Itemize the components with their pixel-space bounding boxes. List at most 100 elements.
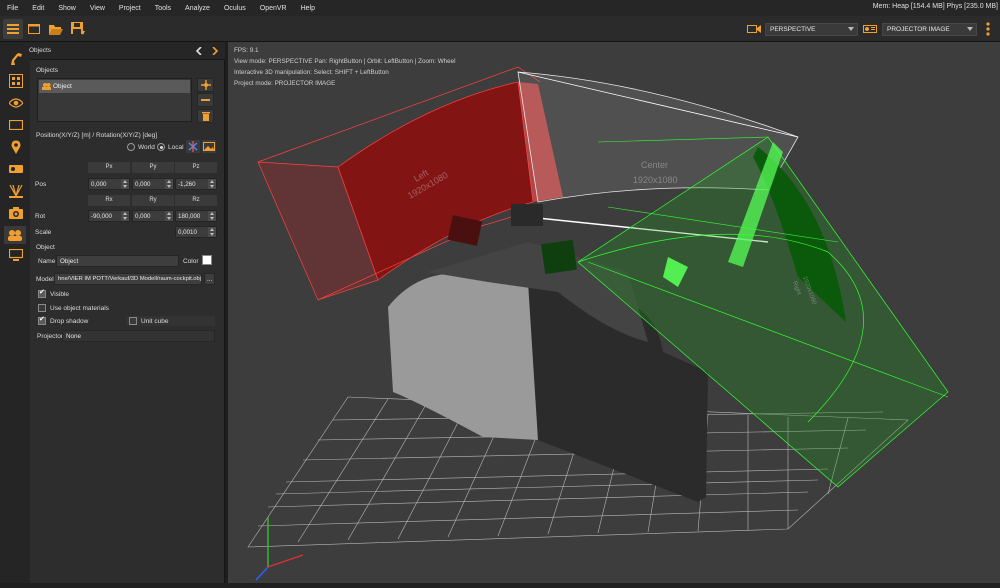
model-path-input[interactable]: hne/VIER IM POTT/Verkauf/3D Modell/raum-… (54, 273, 202, 285)
view-mode-value: PERSPECTIVE (770, 26, 816, 33)
cockpit-model-left (388, 273, 538, 440)
object-list[interactable]: Object (37, 78, 192, 122)
pos-y-input[interactable]: 0,000 (132, 178, 174, 190)
pos-y-value: 0,000 (135, 181, 151, 188)
group-icon (8, 230, 22, 241)
toolbar: PERSPECTIVE PROJECTOR IMAGE (0, 16, 1000, 42)
left-tool-bar (0, 42, 30, 588)
rot-x-value: -90,000 (91, 213, 112, 220)
tool-location-button[interactable] (8, 140, 24, 154)
tool-projector-button[interactable] (8, 162, 24, 176)
group-icon (42, 83, 51, 90)
projector-mode-select[interactable]: PROJECTOR IMAGE (882, 23, 977, 36)
stepper-arrows-icon[interactable] (165, 211, 173, 221)
center-screen-label: Center (641, 160, 668, 170)
drop-shadow-label: Drop shadow (50, 318, 89, 325)
rot-z-input[interactable]: 180,000 (175, 210, 217, 222)
image-toggle-button[interactable] (202, 140, 216, 153)
visible-checkbox[interactable] (38, 288, 46, 298)
projector-icon (9, 165, 23, 173)
stepper-arrows-icon[interactable] (208, 179, 216, 189)
name-input[interactable]: Object (56, 255, 179, 267)
open-project-button[interactable] (46, 19, 66, 39)
menu-tools[interactable]: Tools (148, 5, 178, 12)
rot-z-value: 180,000 (178, 213, 201, 220)
rot-y-value: 0,000 (135, 213, 151, 220)
new-project-button[interactable] (24, 19, 44, 39)
unit-cube-label: Unit cube (141, 318, 169, 325)
view-mode-icon-button[interactable] (744, 19, 764, 39)
pos-x-input[interactable]: 0,000 (88, 178, 130, 190)
menu-project[interactable]: Project (112, 5, 148, 12)
pos-header-px: Px (88, 162, 130, 173)
menu-edit[interactable]: Edit (25, 5, 51, 12)
panel-back-button[interactable] (193, 45, 205, 57)
list-item[interactable]: Object (39, 80, 190, 93)
use-materials-checkbox[interactable] (38, 304, 46, 312)
image-icon (203, 142, 215, 151)
world-radio[interactable] (127, 143, 135, 151)
model-browse-button[interactable]: ... (204, 273, 215, 285)
menu-file[interactable]: File (0, 5, 25, 12)
projector-mode-icon-button[interactable] (860, 19, 880, 39)
stepper-arrows-icon[interactable] (121, 179, 129, 189)
tool-display-button[interactable] (8, 248, 24, 262)
transform-label: Position(X/Y/Z) [m] / Rotation(X/Y/Z) [d… (36, 132, 158, 139)
projector-select[interactable]: None (62, 330, 215, 342)
memory-readout: Mem: Heap [154.4 MB] Phys [235.0 MB] (872, 3, 998, 10)
hamburger-menu-button[interactable] (3, 19, 23, 39)
more-options-button[interactable] (980, 19, 996, 39)
menu-analyze[interactable]: Analyze (178, 5, 217, 12)
remove-object-button[interactable] (197, 93, 214, 107)
menu-show[interactable]: Show (51, 5, 83, 12)
model-label: Model (36, 276, 54, 283)
menu-openvr[interactable]: OpenVR (253, 5, 294, 12)
tool-frustum-button[interactable] (8, 184, 24, 198)
tool-objects-button[interactable] (8, 74, 24, 88)
pos-z-input[interactable]: -1,260 (175, 178, 217, 190)
projector-mode-value: PROJECTOR IMAGE (887, 26, 950, 33)
3d-viewport[interactable]: FPS: 9.1 View mode: PERSPECTIVE Pan: Rig… (228, 42, 1000, 583)
local-radio[interactable] (157, 143, 165, 151)
chevron-down-icon (967, 27, 973, 31)
folder-open-icon (49, 24, 63, 35)
rot-y-input[interactable]: 0,000 (132, 210, 174, 222)
world-label: World (138, 144, 155, 151)
tool-camera-button[interactable] (8, 206, 24, 220)
view-mode-select[interactable]: PERSPECTIVE (765, 23, 858, 36)
rot-header-rz: Rz (175, 195, 217, 206)
color-swatch-button[interactable] (202, 255, 212, 265)
projector-icon (863, 25, 877, 33)
stepper-arrows-icon[interactable] (165, 179, 173, 189)
vertical-dots-icon (986, 22, 990, 36)
scene-canvas: Left 1920x1080 Center 1920x1080 Right 19… (247, 66, 949, 581)
eye-icon (9, 98, 23, 108)
stepper-arrows-icon[interactable] (121, 211, 129, 221)
scale-label: Scale (35, 229, 52, 236)
tool-screen-button[interactable] (8, 118, 24, 132)
tool-view-button[interactable] (8, 96, 24, 110)
monitor-icon (9, 249, 23, 261)
rot-x-input[interactable]: -90,000 (88, 210, 130, 222)
scale-input[interactable]: 0,0010 (175, 226, 217, 238)
green-projector-body (541, 239, 577, 275)
tool-robot-button[interactable] (8, 52, 24, 66)
panel-title: Objects (29, 47, 52, 54)
tool-groups-button[interactable] (4, 226, 26, 244)
delete-object-button[interactable] (197, 109, 214, 123)
save-project-button[interactable] (68, 19, 88, 39)
menu-oculus[interactable]: Oculus (217, 5, 253, 12)
stepper-arrows-icon[interactable] (208, 211, 216, 221)
add-object-button[interactable] (197, 78, 214, 92)
list-item-label: Object (53, 83, 72, 90)
menu-help[interactable]: Help (294, 5, 322, 12)
rot-header-ry: Ry (132, 195, 174, 206)
panel-forward-button[interactable] (209, 45, 221, 57)
gizmo-toggle-button[interactable] (186, 140, 200, 153)
stepper-arrows-icon[interactable] (208, 227, 216, 237)
menu-view[interactable]: View (83, 5, 112, 12)
pos-z-value: -1,260 (178, 181, 196, 188)
unit-cube-checkbox[interactable] (129, 317, 137, 325)
drop-shadow-checkbox[interactable] (38, 315, 46, 325)
location-pin-icon (11, 140, 21, 154)
